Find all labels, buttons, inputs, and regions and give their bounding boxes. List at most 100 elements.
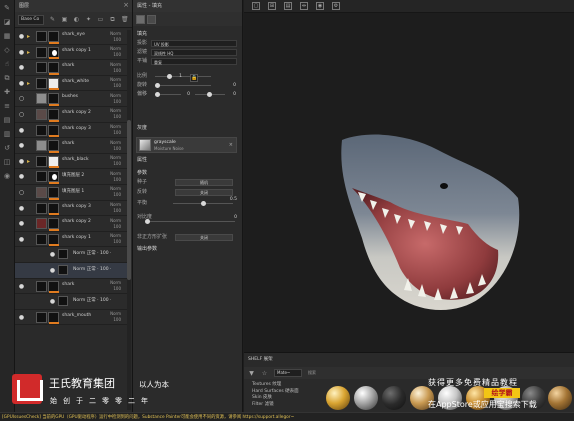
tab-mask[interactable] — [147, 14, 156, 24]
sub-layer-row[interactable]: ● Norm 正常 · 100 · — [15, 247, 127, 263]
layer-thumbnail[interactable] — [36, 280, 47, 292]
layer-row[interactable]: ● ▸ Norm 100 shark_black — [15, 153, 127, 170]
visibility-eye-icon[interactable]: ● — [18, 64, 25, 71]
offset-x-knob[interactable] — [155, 92, 160, 97]
layer-opacity[interactable]: 100 — [110, 239, 121, 245]
layer-opacity[interactable]: 100 — [110, 52, 121, 58]
layer-row[interactable]: ● Norm 100 shark — [15, 278, 127, 295]
layer-row[interactable]: ● ▸ Norm 100 shark copy 1 — [15, 44, 127, 61]
layer-blend-info[interactable]: Norm 100 — [110, 186, 121, 198]
seed-button[interactable]: 随机 — [175, 179, 233, 186]
group-fold-icon[interactable]: ▸ — [27, 80, 34, 87]
attributes-label[interactable]: 属性 — [133, 156, 147, 165]
layer-name[interactable]: Norm 正常 · 100 · — [73, 250, 111, 256]
layer-blend-mode[interactable]: Norm — [110, 218, 121, 224]
material-ball-dark[interactable] — [382, 386, 406, 410]
projection-icon[interactable]: ▦ — [3, 32, 12, 41]
layer-blend-mode[interactable]: Norm — [110, 140, 121, 146]
visibility-eye-icon[interactable]: ● — [18, 33, 25, 40]
layer-blend-info[interactable]: Norm 100 — [110, 31, 121, 43]
layer-row[interactable]: ● Norm 100 shark copy 2 — [15, 216, 127, 232]
shelf-filter-tag[interactable]: Mate~ — [274, 369, 302, 377]
layer-thumbnail[interactable] — [36, 233, 47, 245]
mask-thumbnail[interactable] — [48, 31, 59, 42]
balance-value[interactable]: 0.5 — [230, 195, 237, 204]
effect-icon[interactable] — [58, 296, 68, 307]
delete-icon[interactable]: 🗑 — [121, 16, 129, 24]
mask-thumbnail[interactable] — [48, 124, 59, 136]
properties-tab-icon[interactable]: ▤ — [3, 116, 12, 125]
balance-knob[interactable] — [201, 201, 206, 206]
mask-thumbnail[interactable] — [48, 202, 59, 214]
mask-thumbnail[interactable] — [48, 46, 59, 58]
sub-layer-row[interactable]: ● Norm 正常 · 100 · — [15, 294, 127, 310]
rotation-knob[interactable] — [155, 83, 160, 88]
group-fold-icon[interactable] — [27, 220, 34, 227]
group-fold-icon[interactable] — [27, 142, 34, 149]
visibility-eye-icon[interactable]: ○ — [18, 95, 25, 102]
layer-row[interactable]: ● Norm 100 shark copy 1 — [15, 231, 127, 248]
add-mask-icon[interactable]: ◐ — [73, 16, 80, 24]
layer-thumbnail[interactable] — [36, 124, 47, 136]
folder-icon[interactable]: ▭ — [97, 16, 104, 24]
layer-opacity[interactable]: 100 — [110, 83, 121, 89]
layers-scrollbar[interactable] — [127, 30, 131, 410]
layer-blend-info[interactable]: Norm 100 — [110, 93, 121, 105]
mask-thumbnail[interactable] — [48, 233, 59, 245]
layer-thumbnail[interactable] — [36, 140, 47, 152]
layer-row[interactable]: ● Norm 100 shark copy 3 — [15, 122, 127, 139]
layer-name[interactable]: shark — [62, 63, 74, 68]
layer-name[interactable]: shark copy 2 — [62, 110, 91, 115]
layer-thumbnail[interactable] — [36, 171, 47, 183]
smudge-icon[interactable]: ☝ — [3, 60, 12, 69]
layer-blend-info[interactable]: Norm 100 — [110, 46, 121, 58]
layer-name[interactable]: shark copy 3 — [62, 204, 91, 209]
layer-thumbnail[interactable] — [36, 77, 47, 89]
layer-opacity[interactable]: 100 — [110, 130, 121, 136]
layer-row[interactable]: ● ▸ Norm 100 shark_white — [15, 75, 127, 92]
lock-icon[interactable]: 🔒 — [190, 74, 198, 82]
group-fold-icon[interactable] — [27, 111, 34, 118]
layer-row[interactable]: ● Norm 100 shark — [15, 138, 127, 154]
visibility-eye-icon[interactable]: ● — [49, 298, 56, 305]
group-fold-icon[interactable] — [27, 189, 34, 196]
close-icon[interactable]: × — [123, 1, 129, 9]
layer-thumbnail[interactable] — [36, 311, 47, 323]
camera-icon[interactable]: ◉ — [316, 2, 324, 10]
balance-slider[interactable]: 平衡 0.5 — [133, 197, 243, 208]
group-fold-icon[interactable] — [27, 64, 34, 71]
layer-name[interactable]: shark copy 1 — [62, 48, 91, 53]
layer-row[interactable]: ● Norm 100 shark — [15, 60, 127, 76]
tab-material[interactable] — [136, 14, 145, 24]
blend-mode-select[interactable]: Base Co — [18, 14, 44, 25]
effect-icon[interactable] — [58, 264, 68, 275]
layer-name[interactable]: shark copy 3 — [62, 126, 91, 131]
scrollbar-thumb[interactable] — [127, 120, 131, 280]
layer-name[interactable]: bushes — [62, 94, 78, 99]
layer-blend-info[interactable]: Norm 100 — [110, 108, 121, 120]
layer-blend-info[interactable]: Norm 100 — [110, 202, 121, 214]
layer-thumbnail[interactable] — [36, 93, 47, 105]
contrast-value[interactable]: 0 — [234, 213, 237, 222]
layer-row[interactable]: ● Norm 100 shark_mouth — [15, 309, 127, 326]
layer-row[interactable]: ○ Norm 100 填充图层 1 — [15, 184, 127, 201]
layer-name[interactable]: shark copy 2 — [62, 219, 91, 224]
layer-name[interactable]: shark — [62, 282, 74, 287]
contrast-slider[interactable]: 对比度 0 — [133, 213, 243, 224]
viewport-3d[interactable]: ▢ ⊞ ▤ ⇹ ◉ ⚙ — [244, 0, 574, 352]
layer-name[interactable]: Norm 正常 · 100 · — [73, 266, 111, 272]
layer-blend-info[interactable]: Norm 100 — [110, 171, 121, 183]
filter-select[interactable]: 双线性 HQ — [151, 49, 237, 56]
group-fold-icon[interactable] — [27, 127, 34, 134]
add-effect-icon[interactable]: ✦ — [85, 16, 92, 24]
params-label[interactable]: 参数 — [133, 169, 147, 178]
layer-row[interactable]: ● ▸ Norm 100 shark_eye — [15, 29, 127, 45]
contrast-track[interactable] — [147, 221, 235, 222]
fill-layer-icon[interactable]: ▣ — [61, 16, 68, 24]
layer-name[interactable]: 填充图层 1 — [62, 188, 84, 194]
layer-blend-mode[interactable]: Norm — [110, 171, 121, 177]
layer-blend-mode[interactable]: Norm — [110, 93, 121, 99]
visibility-eye-icon[interactable]: ● — [18, 314, 25, 321]
layer-opacity[interactable]: 100 — [110, 99, 121, 105]
layer-row[interactable]: ○ Norm 100 bushes — [15, 91, 127, 107]
